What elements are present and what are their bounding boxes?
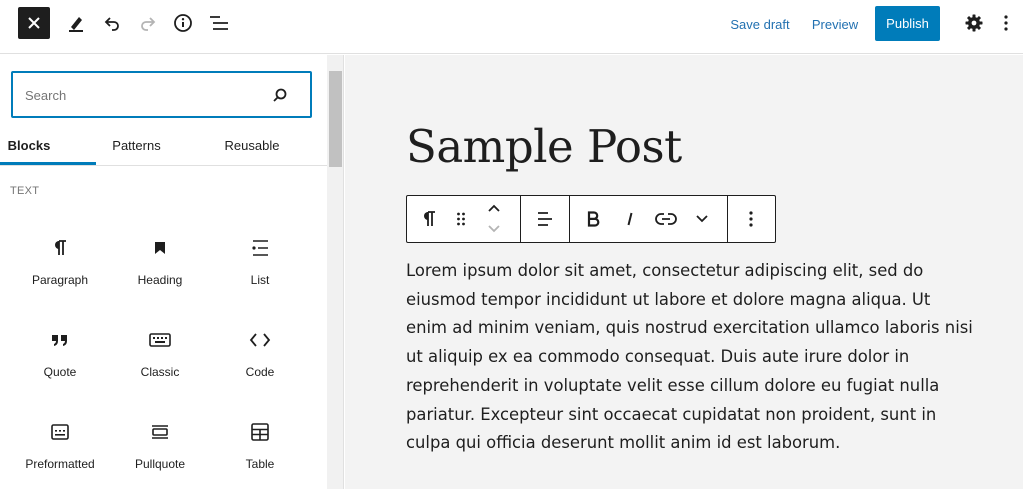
toolbar-separator: [520, 196, 521, 242]
drag-handle-icon: [456, 211, 466, 227]
keyboard-icon: [148, 328, 172, 352]
paragraph-icon: [48, 236, 72, 260]
drag-handle-button[interactable]: [449, 207, 473, 231]
block-label: Pullquote: [134, 457, 186, 471]
pullquote-icon: [148, 420, 172, 444]
bold-icon: [586, 211, 600, 227]
undo-button[interactable]: [96, 7, 128, 39]
block-preformatted[interactable]: Preformatted: [10, 420, 110, 489]
block-label: Preformatted: [25, 457, 95, 471]
bold-button[interactable]: [581, 207, 605, 231]
close-icon: [27, 16, 41, 30]
inserter-tabs: Blocks Patterns Reusable: [0, 125, 328, 166]
block-label: Table: [245, 457, 275, 471]
save-draft-button[interactable]: Save draft: [728, 10, 792, 38]
publish-button[interactable]: Publish: [875, 6, 940, 41]
block-list[interactable]: List: [210, 236, 310, 316]
align-button[interactable]: [533, 207, 557, 231]
paragraph-block[interactable]: Lorem ipsum dolor sit amet, consectetur …: [406, 257, 976, 458]
italic-icon: [624, 211, 636, 227]
block-search-field[interactable]: [11, 71, 312, 118]
redo-button[interactable]: [132, 7, 164, 39]
block-label: List: [250, 273, 270, 287]
sidebar-scrollbar[interactable]: [327, 55, 343, 489]
block-toolbar: [406, 195, 776, 243]
block-label: Heading: [137, 273, 183, 287]
active-tab-indicator: [0, 162, 96, 165]
more-vertical-icon: [1003, 14, 1009, 32]
quote-icon: [48, 328, 72, 352]
settings-button[interactable]: [958, 7, 990, 39]
search-icon: [271, 86, 289, 104]
list-view-icon: [208, 13, 230, 33]
link-button[interactable]: [654, 207, 678, 231]
toolbar-separator: [569, 196, 570, 242]
tab-patterns[interactable]: Patterns: [96, 125, 177, 166]
post-title[interactable]: Sample Post: [406, 120, 682, 173]
block-heading[interactable]: Heading: [110, 236, 210, 316]
options-menu-button[interactable]: [994, 7, 1018, 39]
block-table[interactable]: Table: [210, 420, 310, 489]
tab-reusable[interactable]: Reusable: [208, 125, 296, 166]
align-left-icon: [536, 211, 554, 227]
undo-icon: [102, 13, 122, 33]
list-view-button[interactable]: [203, 7, 235, 39]
link-icon: [655, 212, 677, 226]
close-inserter-button[interactable]: [18, 7, 50, 39]
list-icon: [248, 236, 272, 260]
block-code[interactable]: Code: [210, 328, 310, 408]
chevron-down-icon: [695, 214, 709, 224]
move-down-button[interactable]: [482, 220, 506, 238]
block-label: Paragraph: [31, 273, 89, 287]
block-inserter-panel: Blocks Patterns Reusable TEXT Paragraph …: [0, 55, 344, 489]
chevron-up-icon: [487, 203, 501, 213]
block-quote[interactable]: Quote: [10, 328, 110, 408]
gear-icon: [964, 13, 984, 33]
tab-blocks[interactable]: Blocks: [0, 125, 58, 166]
category-label-text: TEXT: [10, 185, 40, 197]
table-icon: [248, 420, 272, 444]
chevron-down-icon: [487, 224, 501, 234]
code-icon: [248, 328, 272, 352]
editor-header: Save draft Preview Publish: [0, 0, 1023, 54]
scrollbar-thumb[interactable]: [329, 71, 342, 167]
editor-canvas: Sample Post Lorem ipsum dolor sit amet, …: [345, 55, 1023, 489]
preview-button[interactable]: Preview: [809, 10, 861, 38]
block-classic[interactable]: Classic: [110, 328, 210, 408]
tools-button[interactable]: [60, 7, 92, 39]
block-label: Code: [245, 365, 275, 379]
block-label: Classic: [140, 365, 180, 379]
block-label: Quote: [43, 365, 77, 379]
block-pullquote[interactable]: Pullquote: [110, 420, 210, 489]
preformatted-icon: [48, 420, 72, 444]
italic-button[interactable]: [618, 207, 642, 231]
details-button[interactable]: [167, 7, 199, 39]
pencil-icon: [66, 13, 86, 33]
redo-icon: [138, 13, 158, 33]
more-formats-button[interactable]: [690, 207, 714, 231]
move-up-button[interactable]: [482, 198, 506, 218]
block-paragraph[interactable]: Paragraph: [10, 236, 110, 316]
info-icon: [173, 13, 193, 33]
search-input[interactable]: [25, 85, 265, 105]
paragraph-icon: [421, 210, 437, 228]
block-type-button[interactable]: [417, 207, 441, 231]
block-options-button[interactable]: [739, 207, 763, 231]
more-vertical-icon: [748, 210, 754, 228]
toolbar-separator: [727, 196, 728, 242]
heading-icon: [148, 236, 172, 260]
